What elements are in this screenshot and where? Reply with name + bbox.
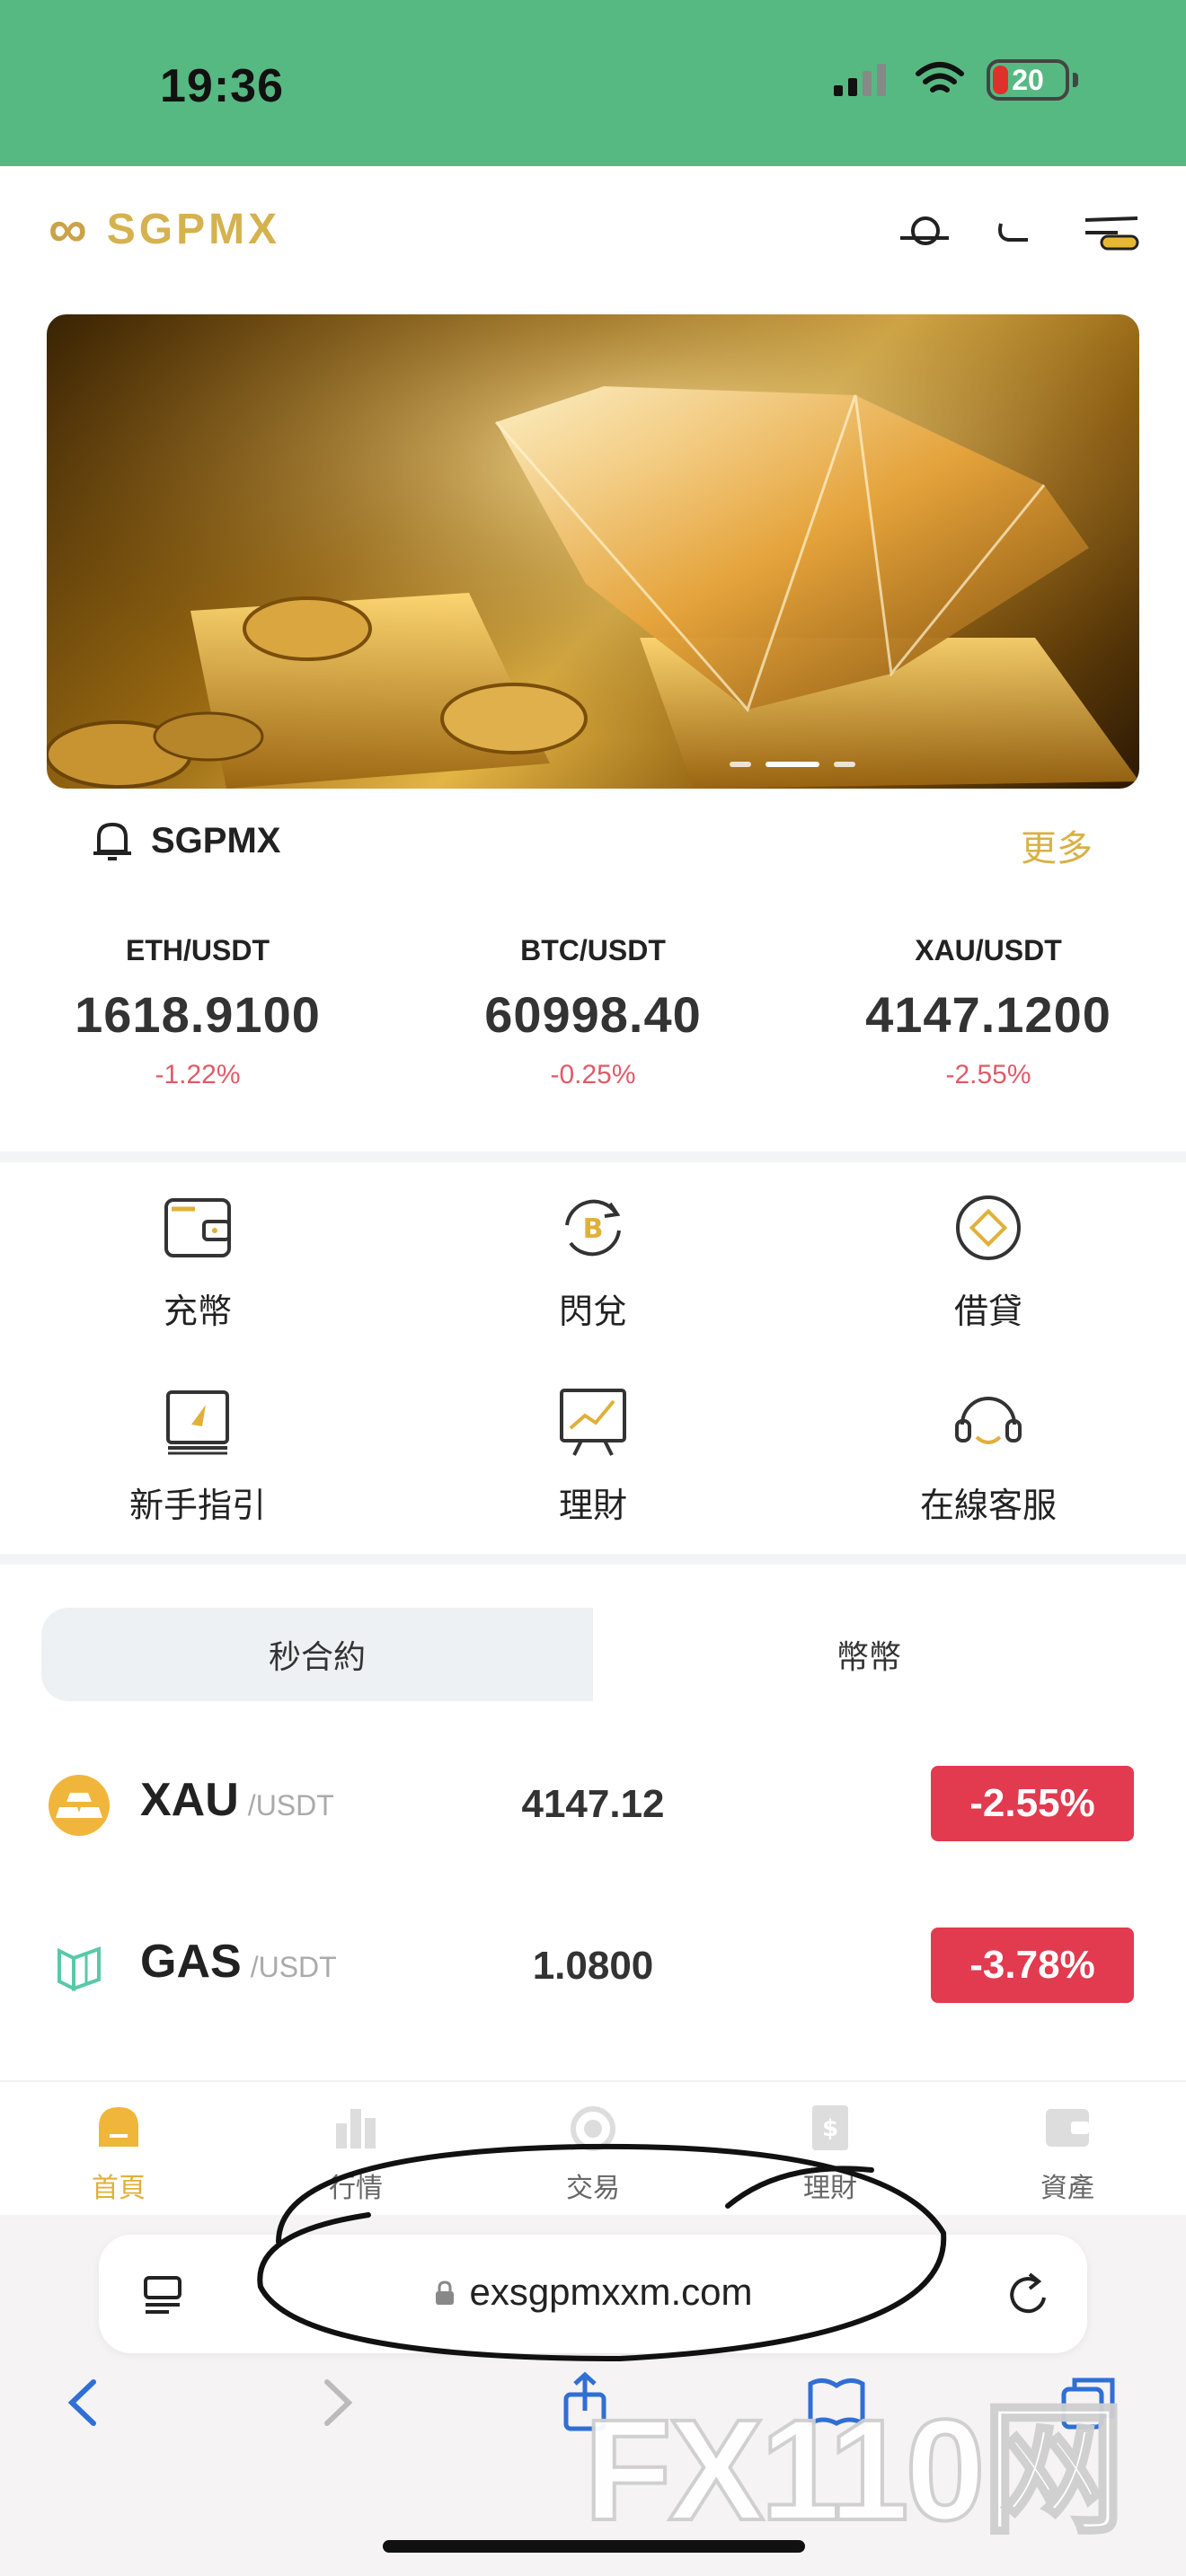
battery-percent: 20 — [1012, 63, 1044, 96]
menu-guide[interactable]: 新手指引 — [63, 1383, 332, 1527]
announcement-text: SGPMX — [151, 820, 281, 860]
header-actions — [895, 211, 1141, 256]
bell-icon — [93, 822, 131, 860]
ticker-change: -0.25% — [550, 1060, 636, 1090]
ticker-change: -2.55% — [945, 1060, 1031, 1090]
tab-spot[interactable]: 幣幣 — [593, 1608, 1145, 1701]
brand-logo[interactable]: ∞ SGPMX — [49, 202, 280, 256]
section-divider — [0, 1554, 1186, 1565]
hand-drawn-circle-annotation — [257, 2143, 947, 2362]
coin-quote: /USDT — [247, 1789, 334, 1822]
support-icon — [955, 1397, 1022, 1444]
nav-label: 首頁 — [92, 2174, 146, 2203]
status-time: 19:36 — [160, 60, 284, 112]
infinity-logo-icon: ∞ — [49, 198, 87, 259]
brand-name: SGPMX — [106, 205, 281, 253]
ticker-pair: BTC/USDT — [520, 934, 666, 966]
watermark-text: FX110网 — [582, 2387, 1128, 2552]
menu-label: 充幣 — [163, 1293, 232, 1331]
market-row[interactable]: XAU/USDT 4147.12 -2.55% — [0, 1751, 1186, 1859]
ticker-price: 1618.9100 — [75, 986, 321, 1043]
menu-icon[interactable] — [1082, 211, 1141, 256]
ticker-btc[interactable]: BTC/USDT 60998.40 -0.25% — [395, 934, 791, 1114]
nav-label: 資產 — [1040, 2174, 1094, 2203]
menu-swap[interactable]: B 閃兌 — [458, 1189, 728, 1333]
wallet-icon — [164, 1198, 231, 1257]
coin-quote: /USDT — [250, 1951, 337, 1983]
guide-icon — [166, 1390, 229, 1455]
nav-assets[interactable]: 資產 — [978, 2100, 1157, 2205]
forward-icon[interactable] — [305, 2371, 368, 2434]
ticker-strip: ETH/USDT 1618.9100 -1.22% BTC/USDT 60998… — [0, 934, 1186, 1114]
more-link[interactable]: 更多 — [1021, 819, 1093, 871]
market-tabs: 秒合約 幣幣 — [41, 1608, 1145, 1701]
coin-price: 1.0800 — [532, 1944, 654, 1988]
ticker-price: 60998.40 — [484, 986, 702, 1043]
svg-text:B: B — [583, 1213, 604, 1245]
signal-icon — [834, 64, 886, 96]
menu-support[interactable]: 在線客服 — [854, 1383, 1123, 1527]
coin-symbol: GAS/USDT — [140, 1936, 337, 1988]
gas-token-icon — [58, 1946, 101, 1992]
search-icon[interactable] — [895, 211, 954, 256]
exchange-icon: B — [565, 1199, 621, 1257]
battery-cap — [1073, 73, 1078, 87]
menu-label: 在線客服 — [919, 1487, 1057, 1525]
battery-indicator: 20 — [987, 59, 1069, 101]
market-row[interactable]: GAS/USDT 1.0800 -3.78% — [0, 1913, 1186, 2021]
reload-icon[interactable] — [1003, 2269, 1055, 2321]
wallet-icon — [1046, 2109, 1089, 2147]
menu-loan[interactable]: 借貸 — [854, 1189, 1123, 1333]
nav-home[interactable]: 首頁 — [29, 2100, 208, 2205]
coin-change-badge: -2.55% — [931, 1766, 1134, 1841]
section-divider — [0, 1151, 1186, 1162]
coin-change-badge: -3.78% — [931, 1928, 1134, 2003]
ticker-change: -1.22% — [155, 1060, 241, 1090]
menu-label: 理財 — [558, 1487, 627, 1525]
ticker-pair: XAU/USDT — [915, 934, 1062, 966]
app-header: ∞ SGPMX — [0, 166, 1186, 301]
wifi-icon — [916, 62, 964, 93]
quick-menu: 充幣 B 閃兌 借貸 新手指引 理財 在線客服 — [0, 1168, 1186, 1545]
back-icon[interactable] — [52, 2371, 115, 2434]
home-indicator[interactable] — [383, 2540, 805, 2553]
ticker-eth[interactable]: ETH/USDT 1618.9100 -1.22% — [0, 934, 395, 1114]
menu-deposit[interactable]: 充幣 — [63, 1189, 332, 1333]
loan-icon — [956, 1195, 1021, 1260]
finance-icon — [560, 1389, 626, 1456]
announcement-bar[interactable]: SGPMX — [90, 817, 280, 864]
coin-price: 4147.12 — [521, 1782, 665, 1826]
ticker-pair: ETH/USDT — [126, 934, 270, 966]
status-indicators: 20 — [834, 59, 1078, 101]
menu-finance[interactable]: 理財 — [458, 1383, 728, 1527]
promo-banner[interactable] — [47, 314, 1139, 789]
language-icon[interactable] — [988, 211, 1048, 256]
ticker-price: 4147.1200 — [865, 986, 1111, 1043]
coin-symbol: XAU/USDT — [140, 1774, 334, 1826]
app-page: 19:36 20 ∞ SGPMX SGPMX 更多 ETH/USDT 1618.… — [0, 0, 1186, 2576]
menu-label: 閃兌 — [558, 1293, 627, 1331]
home-icon — [99, 2107, 138, 2147]
gold-diamond-banner-image — [47, 314, 1139, 789]
menu-label: 借貸 — [953, 1293, 1022, 1331]
ticker-xau[interactable]: XAU/USDT 4147.1200 -2.55% — [791, 934, 1186, 1114]
tab-contract[interactable]: 秒合約 — [41, 1608, 593, 1701]
menu-label: 新手指引 — [128, 1487, 266, 1525]
gold-coin-icon — [49, 1775, 110, 1836]
status-bar: 19:36 20 — [0, 0, 1186, 166]
